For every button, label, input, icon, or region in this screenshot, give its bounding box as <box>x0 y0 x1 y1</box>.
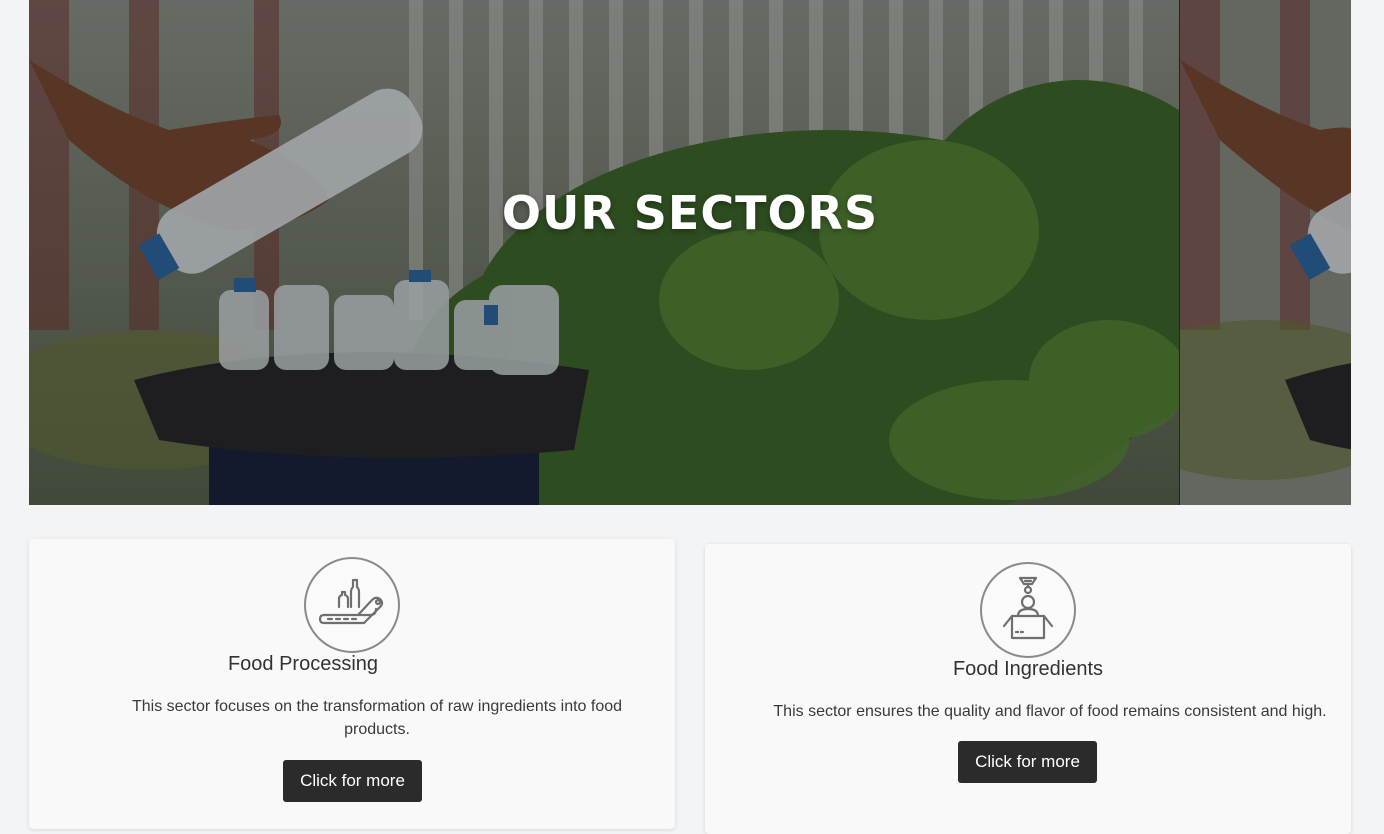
sector-description: This sector ensures the quality and flav… <box>773 703 1327 720</box>
hero-overlay <box>29 0 1351 505</box>
click-for-more-button[interactable]: Click for more <box>958 741 1097 783</box>
sector-card-food-ingredients: Food Ingredients This sector ensures the… <box>705 544 1351 834</box>
worker-quality-box-icon <box>980 562 1076 658</box>
bottle-conveyor-icon <box>304 557 400 653</box>
page-title: OUR SECTORS <box>501 186 879 240</box>
click-for-more-button[interactable]: Click for more <box>283 760 422 802</box>
sector-title: Food Ingredients <box>952 658 1104 680</box>
sector-description: This sector focuses on the transformatio… <box>131 698 623 738</box>
sector-card-food-processing: Food Processing This sector focuses on t… <box>29 539 675 829</box>
hero-banner: OUR SECTORS <box>29 0 1351 505</box>
sector-title: Food Processing <box>227 653 379 675</box>
